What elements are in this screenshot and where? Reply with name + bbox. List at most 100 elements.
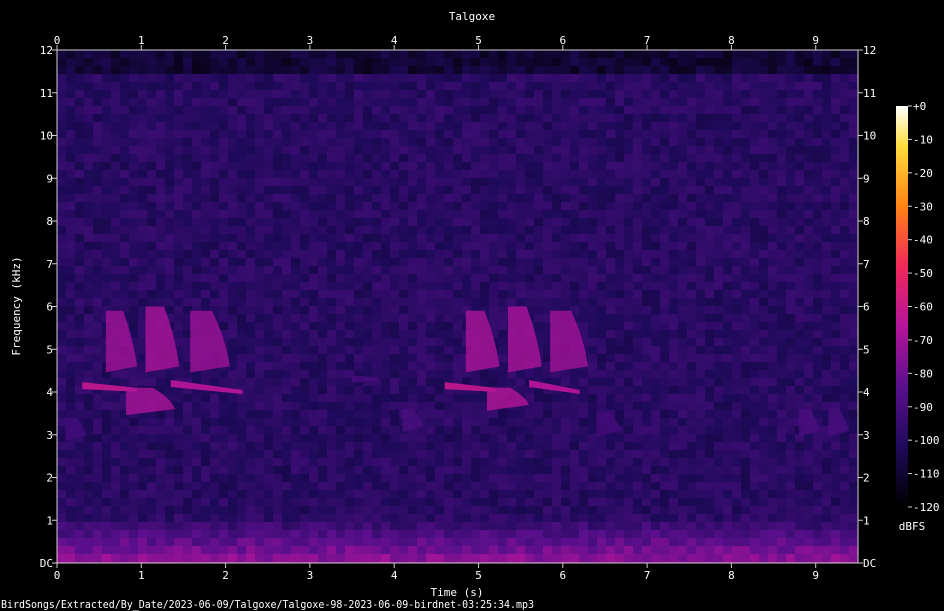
noise-cell [516,242,525,250]
noise-cell [345,74,354,82]
noise-cell [273,50,282,58]
noise-cell [723,274,732,282]
noise-cell [471,370,480,378]
noise-cell [633,322,642,330]
noise-cell [300,282,309,290]
noise-cell [489,490,498,498]
noise-cell [372,386,381,394]
noise-cell [534,74,543,82]
noise-cell [822,170,831,178]
noise-cell [579,250,588,258]
noise-cell [399,50,408,58]
noise-cell [228,82,237,90]
noise-cell [138,138,147,146]
noise-cell [768,226,777,234]
noise-cell [723,146,732,154]
noise-cell [246,66,255,74]
noise-cell [795,50,804,58]
noise-cell [156,90,165,98]
noise-cell [642,458,651,466]
noise-cell [426,482,435,490]
noise-cell [291,290,300,298]
noise-cell [228,50,237,58]
noise-cell [174,298,183,306]
noise-cell [615,130,624,138]
noise-cell [435,106,444,114]
noise-cell [372,426,381,434]
noise-cell [120,242,129,250]
noise-cell [435,162,444,170]
noise-cell [84,458,93,466]
noise-cell [813,106,822,114]
noise-cell [255,66,264,74]
noise-cell [777,330,786,338]
noise-cell [264,258,273,266]
noise-cell [669,146,678,154]
noise-cell [471,250,480,258]
noise-cell [453,178,462,186]
noise-cell [795,282,804,290]
noise-cell [624,410,633,418]
noise-cell [111,98,120,106]
noise-cell [102,218,111,226]
noise-cell [363,90,372,98]
noise-cell [102,266,111,274]
noise-cell [750,138,759,146]
noise-cell [408,226,417,234]
noise-cell [363,234,372,242]
noise-cell [597,346,606,354]
noise-cell [138,426,147,434]
noise-cell [822,442,831,450]
noise-cell [606,186,615,194]
noise-cell [264,202,273,210]
noise-cell [273,314,282,322]
noise-cell [354,362,363,370]
noise-cell [363,490,372,498]
noise-cell [426,130,435,138]
noise-cell [453,490,462,498]
noise-cell [408,210,417,218]
noise-cell [246,490,255,498]
noise-cell [147,74,156,82]
noise-cell [534,194,543,202]
noise-cell [642,146,651,154]
noise-cell [822,154,831,162]
noise-cell [714,378,723,386]
noise-cell [57,106,66,114]
noise-cell [102,66,111,74]
noise-cell [615,226,624,234]
noise-cell [831,162,840,170]
noise-cell [606,298,615,306]
noise-cell [282,330,291,338]
noise-cell [93,154,102,162]
noise-cell [489,482,498,490]
noise-cell [525,66,534,74]
noise-cell [255,386,264,394]
noise-cell [399,354,408,362]
noise-cell [93,258,102,266]
noise-cell [678,306,687,314]
noise-cell [471,218,480,226]
noise-cell [624,98,633,106]
noise-cell [381,242,390,250]
noise-cell [390,314,399,322]
noise-cell [165,58,174,66]
noise-cell [849,170,858,178]
noise-cell [570,202,579,210]
noise-cell [399,290,408,298]
noise-cell [147,50,156,58]
noise-cell [606,250,615,258]
noise-cell [75,194,84,202]
noise-cell [642,170,651,178]
noise-cell [210,210,219,218]
noise-cell [174,186,183,194]
noise-cell [318,330,327,338]
noise-cell [669,226,678,234]
noise-cell [606,162,615,170]
noise-cell [804,178,813,186]
noise-cell [597,330,606,338]
noise-cell [354,482,363,490]
noise-cell [615,274,624,282]
noise-cell [813,402,822,410]
noise-cell [750,386,759,394]
